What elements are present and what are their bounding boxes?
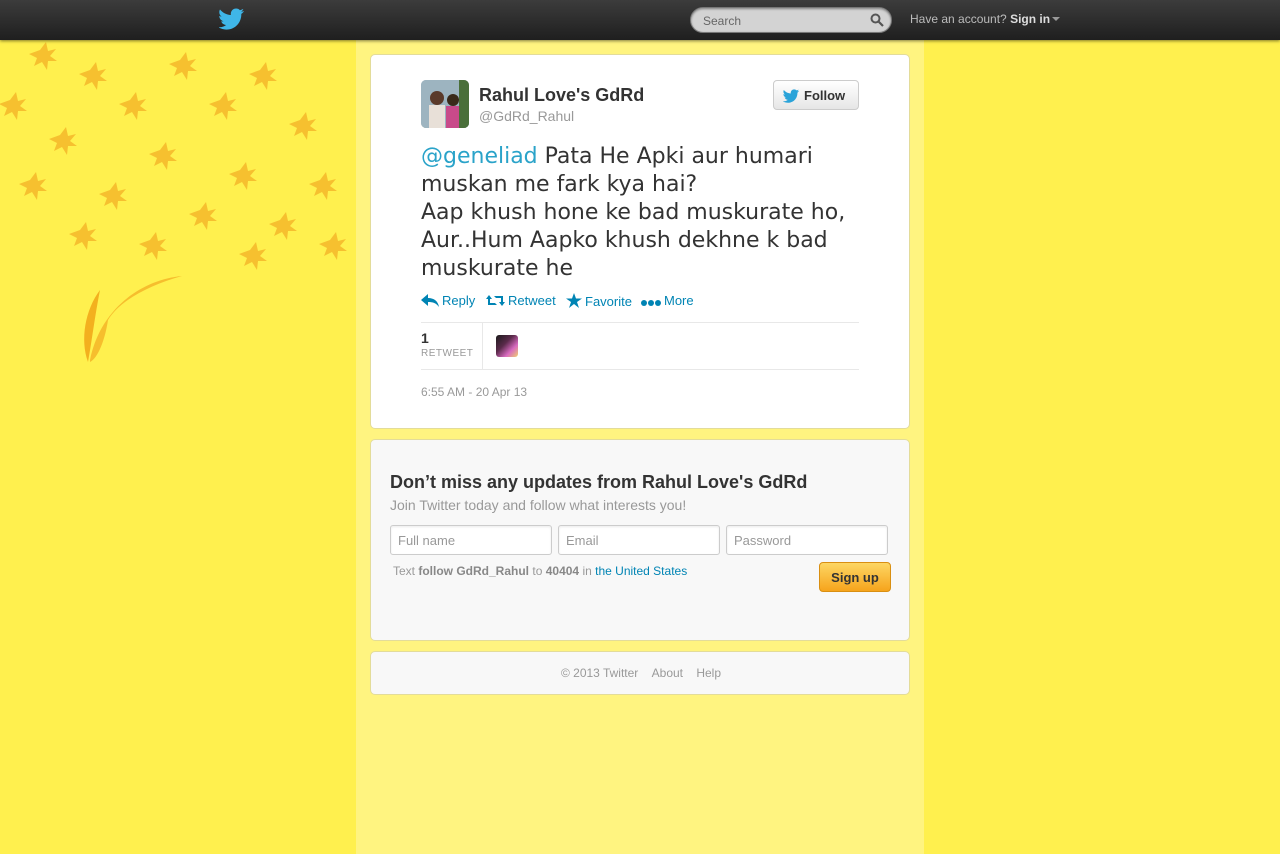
- email-field[interactable]: [558, 525, 720, 555]
- footer-about-link[interactable]: About: [652, 666, 683, 680]
- sms-command: follow GdRd_Rahul: [418, 564, 530, 578]
- account-menu: Have an account? Sign in: [910, 12, 1061, 26]
- divider: [421, 369, 859, 370]
- retweet-label: Retweet: [508, 293, 556, 308]
- footer: © 2013 Twitter About Help: [370, 651, 910, 695]
- top-navigation-bar: Have an account? Sign in: [0, 0, 1280, 40]
- tweet-timestamp[interactable]: 6:55 AM - 20 Apr 13: [421, 385, 527, 399]
- search-icon[interactable]: [870, 13, 884, 27]
- star-icon: [566, 293, 582, 308]
- chevron-down-icon[interactable]: [1052, 17, 1061, 21]
- sms-country-link[interactable]: the United States: [595, 564, 687, 578]
- search-box[interactable]: [690, 7, 892, 33]
- sms-number: 40404: [545, 564, 580, 578]
- signup-button[interactable]: Sign up: [819, 562, 891, 592]
- retweet-count-label: RETWEET: [421, 348, 474, 359]
- sms-follow-text: Text follow GdRd_Rahul to 40404 in the U…: [393, 564, 687, 578]
- reply-label: Reply: [442, 293, 476, 308]
- background-leaves: [0, 40, 356, 854]
- signup-card: Don’t miss any updates from Rahul Love's…: [370, 439, 910, 641]
- follow-label: Follow: [804, 88, 846, 103]
- signup-title: Don’t miss any updates from Rahul Love's…: [390, 472, 808, 492]
- more-dots-icon: [641, 300, 661, 306]
- user-screenname[interactable]: @GdRd_Rahul: [479, 108, 574, 124]
- tweet-text: @geneliad Pata He Apki aur humari muskan…: [421, 143, 871, 283]
- twitter-bird-icon: [783, 89, 800, 103]
- signin-link[interactable]: Sign in: [1010, 12, 1050, 26]
- footer-help-link[interactable]: Help: [696, 666, 721, 680]
- signup-subtitle: Join Twitter today and follow what inter…: [390, 497, 687, 513]
- search-input[interactable]: [703, 12, 863, 29]
- leaves-illustration: [0, 42, 347, 362]
- avatar-photo: [421, 80, 469, 128]
- footer-links: © 2013 Twitter About Help: [371, 666, 911, 680]
- follow-button[interactable]: Follow: [773, 80, 859, 110]
- avatar[interactable]: [421, 80, 469, 128]
- sms-in: in: [582, 564, 592, 578]
- reply-action[interactable]: Reply: [421, 293, 475, 308]
- copyright: © 2013 Twitter: [560, 666, 639, 680]
- password-field[interactable]: [726, 525, 888, 555]
- tweet-card: Rahul Love's GdRd @GdRd_Rahul Follow @ge…: [370, 54, 910, 429]
- retweet-count[interactable]: 1: [421, 330, 429, 346]
- favorite-label: Favorite: [585, 294, 632, 309]
- fullname-field[interactable]: [390, 525, 552, 555]
- mention-link[interactable]: @geneliad: [421, 144, 538, 169]
- sms-to: to: [532, 564, 543, 578]
- reply-icon: [421, 294, 439, 307]
- tweet-text-line2: Aap khush hone ke bad muskurate ho, Aur.…: [421, 200, 846, 281]
- divider: [421, 322, 859, 323]
- favorite-action[interactable]: Favorite: [566, 293, 632, 309]
- user-fullname[interactable]: Rahul Love's GdRd: [479, 85, 644, 106]
- retweet-icon: [486, 295, 505, 306]
- more-action[interactable]: More: [641, 293, 694, 308]
- account-prompt: Have an account?: [910, 12, 1007, 26]
- more-label: More: [664, 293, 694, 308]
- sms-prefix: Text: [393, 564, 416, 578]
- retweeter-avatar[interactable]: [496, 335, 518, 357]
- stat-separator: [482, 322, 483, 369]
- retweet-action[interactable]: Retweet: [486, 293, 556, 308]
- twitter-bird-icon[interactable]: [219, 8, 245, 30]
